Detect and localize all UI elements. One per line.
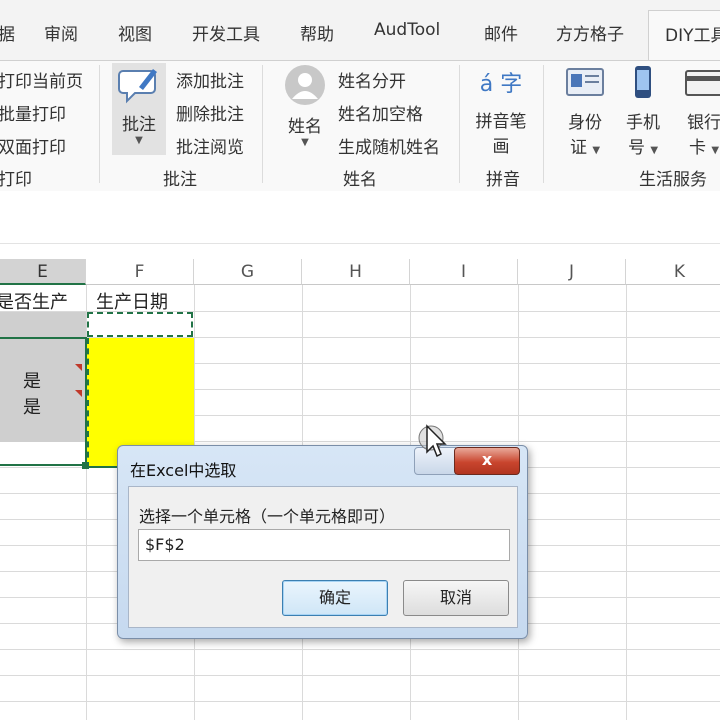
chevron-down-icon: ▼ [301, 137, 309, 148]
name-button-label: 姓名 [288, 117, 322, 137]
separator [459, 65, 460, 183]
pinyin-icon: á 字 [479, 72, 523, 97]
cell-reference-input[interactable]: $F$2 [138, 529, 510, 561]
close-button[interactable]: x [454, 447, 520, 475]
batch-print[interactable]: 批量打印 [0, 100, 66, 125]
column-header-f[interactable]: F [86, 259, 194, 285]
view-comments[interactable]: 批注阅览 [176, 133, 244, 158]
name-add-space[interactable]: 姓名加空格 [338, 100, 423, 125]
dialog-title: 在Excel中选取 [130, 461, 237, 480]
cell-e1[interactable]: 是否生产 [0, 288, 68, 314]
cancel-button[interactable]: 取消 [403, 580, 509, 616]
grid-line [626, 285, 627, 720]
id-card-button[interactable]: 身份 证 ▼ [558, 63, 612, 158]
bank-card-label-2: 卡 ▼ [688, 138, 720, 158]
pinyin-label-2: 画 [492, 137, 510, 157]
tab-review[interactable]: 审阅 [44, 20, 78, 45]
pinyin-big-button[interactable]: á 字 拼音笔 画 [470, 63, 532, 157]
column-header-h[interactable]: H [302, 259, 410, 285]
comment-group-label: 批注 [163, 170, 197, 190]
id-card-label-1: 身份 [568, 113, 602, 133]
phone-icon [635, 66, 651, 98]
random-name[interactable]: 生成随机姓名 [338, 133, 440, 158]
copy-marquee [87, 338, 91, 468]
id-card-label-2: 证 ▼ [569, 138, 601, 158]
tab-view[interactable]: 视图 [118, 20, 152, 45]
column-header-k[interactable]: K [626, 259, 720, 285]
name-big-button[interactable]: 姓名 ▼ [280, 63, 330, 155]
comment-icon [118, 69, 157, 104]
column-header-g[interactable]: G [194, 259, 302, 285]
formula-bar-area [0, 191, 720, 244]
grid-line [0, 675, 720, 676]
id-card-icon [566, 68, 604, 96]
tab-audtool[interactable]: AudTool [374, 20, 440, 40]
life-services-group-label: 生活服务 [639, 170, 707, 190]
ribbon-panel: 打印当前页 批量打印 双面打印 打印 批注 ▼ 添加批注 删除批注 批注阅览 批… [0, 60, 720, 192]
dialog-prompt: 选择一个单元格（一个单元格即可） [139, 507, 396, 526]
bank-card-label-1: 银行 [687, 113, 720, 133]
separator [262, 65, 263, 183]
cell-e-value[interactable]: 是 [23, 393, 41, 419]
close-icon: x [481, 450, 493, 469]
phone-label-2: 号 ▼ [627, 138, 659, 158]
bank-card-icon [685, 70, 720, 96]
column-header-i[interactable]: I [410, 259, 518, 285]
phone-label-1: 手机 [626, 113, 660, 133]
phone-button[interactable]: 手机 号 ▼ [618, 63, 668, 158]
copy-marquee-f2 [87, 312, 193, 337]
comment-big-button[interactable]: 批注 ▼ [112, 63, 166, 155]
ribbon-tab-bar: 据 审阅 视图 开发工具 帮助 AudTool 邮件 方方格子 DIY工具 [0, 0, 720, 60]
cell-e-value[interactable]: 是 [23, 367, 41, 393]
print-group-label: 打印 [0, 170, 32, 190]
name-group-label: 姓名 [343, 170, 377, 190]
add-comment[interactable]: 添加批注 [176, 67, 244, 92]
split-name[interactable]: 姓名分开 [338, 67, 406, 92]
column-header-e[interactable]: E [0, 259, 86, 285]
comment-button-label: 批注 [122, 115, 156, 135]
separator [99, 65, 100, 183]
person-icon [285, 65, 325, 105]
ok-button[interactable]: 确定 [282, 580, 388, 616]
delete-comment[interactable]: 删除批注 [176, 100, 244, 125]
selection-border [0, 337, 87, 466]
tab-help[interactable]: 帮助 [300, 20, 334, 45]
column-header-j[interactable]: J [518, 259, 626, 285]
tab-developer[interactable]: 开发工具 [192, 20, 260, 45]
tab-mail[interactable]: 邮件 [484, 20, 518, 45]
tab-diy-tools[interactable]: DIY工具 [648, 10, 720, 60]
duplex-print[interactable]: 双面打印 [0, 133, 66, 158]
grid-line [0, 701, 720, 702]
tab-data[interactable]: 据 [0, 20, 15, 45]
select-cell-dialog: 在Excel中选取 x 选择一个单元格（一个单元格即可） $F$2 确定 取消 [117, 445, 528, 639]
tab-fangfang[interactable]: 方方格子 [556, 20, 624, 45]
separator [543, 65, 544, 183]
chevron-down-icon: ▼ [135, 135, 143, 146]
grid-line [0, 649, 720, 650]
dialog-body: 选择一个单元格（一个单元格即可） $F$2 确定 取消 [128, 486, 518, 628]
bank-card-button[interactable]: 银行 卡 ▼ [676, 63, 720, 158]
mouse-cursor-icon [418, 424, 447, 458]
cell-f1[interactable]: 生产日期 [96, 288, 168, 314]
pinyin-group-label: 拼音 [486, 170, 520, 190]
pinyin-label-1: 拼音笔 [475, 112, 527, 132]
print-current-page[interactable]: 打印当前页 [0, 67, 83, 92]
